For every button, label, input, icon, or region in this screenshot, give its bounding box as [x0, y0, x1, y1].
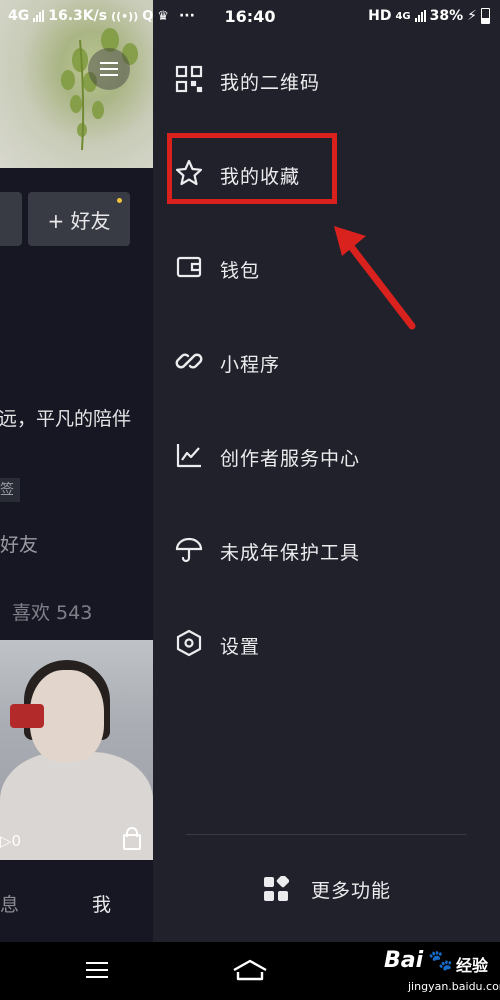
link-icon: [175, 353, 203, 369]
profile-bio: 远，平凡的陪伴: [0, 408, 132, 430]
menu-item-label: 创作者服务中心: [220, 447, 361, 470]
tab-messages[interactable]: 息: [0, 890, 19, 917]
status-bar: 4G 16.3K/s ((•)) Q ♛ ··· 16:40 HD 4G 38%…: [0, 0, 500, 36]
add-friend-label: + 好友: [47, 208, 111, 233]
watermark-url: jingyan.baidu.com: [408, 980, 500, 993]
qr-code-icon: [175, 65, 203, 93]
highlight-box: [167, 133, 337, 204]
signal-icon-right: [414, 10, 426, 22]
menu-item-minor-protection[interactable]: 未成年保护工具: [153, 504, 500, 598]
umbrella-icon: [175, 537, 203, 563]
watermark-brand-cn: 经验: [456, 956, 489, 975]
grid-apps-icon: [264, 876, 289, 901]
video-thumbnail[interactable]: ▷0: [0, 640, 153, 860]
menu-item-settings[interactable]: 设置: [153, 598, 500, 692]
more-features-button[interactable]: 更多功能: [263, 872, 391, 906]
chart-icon: [176, 444, 201, 468]
tab-me[interactable]: 我: [92, 890, 111, 917]
nav-menu-button[interactable]: [86, 962, 108, 978]
drawer-divider: [186, 834, 466, 835]
video-play-count: ▷0: [0, 832, 22, 850]
hamburger-menu-button[interactable]: [88, 48, 130, 90]
add-friend-button[interactable]: + 好友: [28, 192, 130, 246]
fern-image: [61, 28, 138, 151]
edit-profile-button[interactable]: [0, 192, 22, 246]
paw-icon: 🐾: [428, 948, 453, 972]
friends-text[interactable]: 好友: [0, 530, 38, 557]
wallet-icon: [176, 256, 202, 278]
menu-item-qr-code[interactable]: 我的二维码: [153, 34, 500, 128]
baidu-watermark: Bai 🐾 经验 jingyan.baidu.com: [384, 948, 500, 996]
notification-dot: [117, 198, 122, 203]
hd-label: HD: [368, 8, 392, 24]
video-sticker: [10, 704, 44, 728]
hamburger-icon: [100, 62, 118, 76]
charging-icon: ⚡: [467, 8, 477, 24]
battery-icon: [481, 8, 490, 24]
status-right: HD 4G 38% ⚡: [368, 8, 490, 24]
network-type-right: 4G: [395, 10, 411, 22]
watermark-brand: Bai: [384, 948, 424, 973]
battery-percent: 38%: [429, 8, 464, 24]
lock-icon: [123, 827, 141, 850]
likes-tab[interactable]: 喜欢 543: [12, 598, 92, 625]
nav-home-button[interactable]: [232, 958, 268, 982]
menu-item-label: 设置: [220, 635, 261, 658]
menu-item-label: 小程序: [220, 353, 281, 376]
profile-page: + 好友 远，平凡的陪伴 签 好友 喜欢 543 ▷0 息 我: [0, 0, 153, 942]
menu-item-label: 未成年保护工具: [220, 541, 361, 564]
menu-item-label: 钱包: [220, 259, 261, 282]
bottom-tab-bar: 息 我: [0, 862, 153, 942]
hexagon-settings-icon: [176, 629, 202, 657]
menu-item-label: 我的二维码: [220, 71, 321, 94]
menu-item-creator-center[interactable]: 创作者服务中心: [153, 410, 500, 504]
more-features-label: 更多功能: [311, 879, 392, 902]
red-arrow-annotation: [334, 226, 416, 330]
profile-tag: 签: [0, 478, 20, 502]
